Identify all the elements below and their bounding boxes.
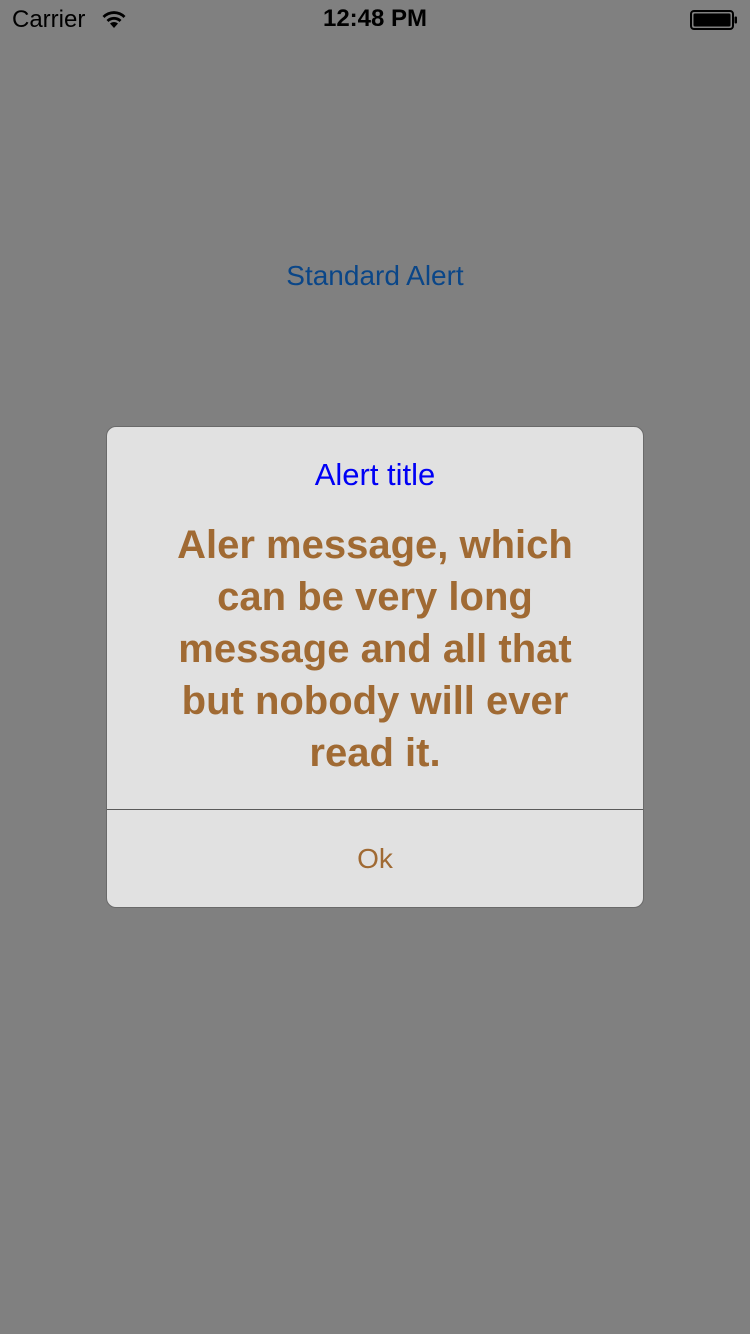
battery-icon [690,10,738,30]
alert-dialog: Alert title Aler message, which can be v… [106,426,644,908]
alert-body: Alert title Aler message, which can be v… [107,427,643,809]
status-bar: Carrier 12:48 PM [0,0,750,40]
status-time: 12:48 PM [322,5,428,32]
alert-message: Aler message, which can be very long mes… [177,523,573,775]
screen: Carrier 12:48 PM Standard Alert Alert ti… [0,0,750,1334]
ok-button[interactable]: Ok [107,810,643,907]
standard-alert-button[interactable]: Standard Alert [0,258,750,294]
alert-title: Alert title [314,457,436,492]
